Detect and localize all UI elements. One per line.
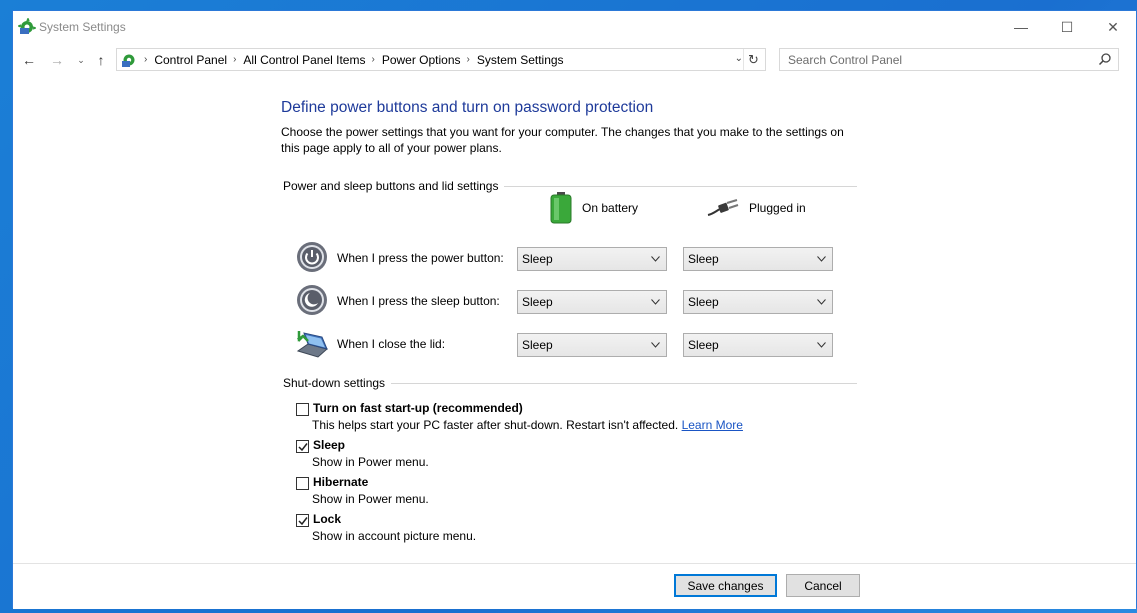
close-button[interactable]: ✕	[1090, 11, 1136, 43]
search-input[interactable]	[780, 49, 1090, 70]
breadcrumb-all-items[interactable]: All Control Panel Items	[243, 53, 365, 67]
chevron-down-icon	[651, 256, 660, 262]
control-panel-icon	[122, 54, 135, 67]
section-title-shutdown: Shut-down settings	[283, 376, 392, 390]
lock-checkbox[interactable]	[296, 514, 309, 527]
power-plug-icon	[707, 199, 739, 216]
select-value: Sleep	[688, 252, 719, 266]
footer-bar: Save changes Cancel	[13, 563, 1136, 609]
address-bar[interactable]: › Control Panel › All Control Panel Item…	[116, 48, 766, 71]
maximize-icon: ☐	[1060, 18, 1074, 35]
close-lid-battery-select[interactable]: Sleep	[517, 333, 667, 357]
battery-icon	[550, 192, 572, 224]
select-value: Sleep	[522, 338, 553, 352]
chevron-down-icon: ⌄	[77, 54, 85, 65]
select-value: Sleep	[522, 295, 553, 309]
sleep-button-plugged-select[interactable]: Sleep	[683, 290, 833, 314]
plugged-in-label: Plugged in	[749, 201, 806, 215]
close-lid-plugged-select[interactable]: Sleep	[683, 333, 833, 357]
chevron-down-icon	[817, 256, 826, 262]
breadcrumb-separator: ›	[144, 54, 148, 65]
close-icon: ✕	[1107, 18, 1119, 35]
sleep-label[interactable]: Sleep	[313, 438, 345, 452]
on-battery-label: On battery	[582, 201, 639, 215]
system-settings-window: System Settings — ☐ ✕ ← → ⌄ ↑ › Control …	[12, 10, 1137, 609]
select-value: Sleep	[688, 295, 719, 309]
power-button-battery-select[interactable]: Sleep	[517, 247, 667, 271]
column-header-plugged: Plugged in	[707, 198, 806, 218]
hibernate-description: Show in Power menu.	[312, 492, 429, 506]
maximize-button[interactable]: ☐	[1044, 11, 1090, 43]
chevron-down-icon	[817, 299, 826, 305]
search-box[interactable]	[779, 48, 1119, 71]
minimize-button[interactable]: —	[998, 11, 1044, 43]
control-panel-icon	[18, 18, 36, 34]
hibernate-checkbox[interactable]	[296, 477, 309, 490]
learn-more-link[interactable]: Learn More	[682, 418, 743, 432]
fast-startup-checkbox[interactable]	[296, 403, 309, 416]
cancel-button[interactable]: Cancel	[786, 574, 860, 597]
fast-startup-label[interactable]: Turn on fast start-up (recommended)	[313, 401, 523, 415]
column-header-battery: On battery	[550, 192, 638, 224]
refresh-icon: ↻	[748, 51, 759, 67]
description-text: This helps start your PC faster after sh…	[312, 418, 679, 432]
sleep-button-battery-select[interactable]: Sleep	[517, 290, 667, 314]
laptop-lid-icon	[296, 331, 328, 358]
lock-label[interactable]: Lock	[313, 512, 341, 526]
power-button-label: When I press the power button:	[337, 251, 504, 265]
sleep-checkbox[interactable]	[296, 440, 309, 453]
power-button-icon	[297, 242, 327, 272]
arrow-up-icon: ↑	[97, 52, 105, 68]
back-button[interactable]: ←	[19, 50, 39, 70]
forward-button[interactable]: →	[47, 50, 67, 70]
navigation-bar: ← → ⌄ ↑ › Control Panel › All Control Pa…	[13, 47, 1136, 73]
select-value: Sleep	[688, 338, 719, 352]
up-button[interactable]: ↑	[91, 50, 111, 70]
page-description: Choose the power settings that you want …	[281, 125, 844, 155]
refresh-button[interactable]: ↻	[743, 49, 763, 70]
arrow-left-icon: ←	[22, 52, 36, 68]
chevron-down-icon	[651, 342, 660, 348]
sleep-button-icon	[297, 285, 327, 315]
search-icon[interactable]	[1098, 52, 1112, 66]
chevron-down-icon	[651, 299, 660, 305]
checkmark-icon	[298, 443, 308, 452]
section-title-power: Power and sleep buttons and lid settings	[283, 179, 505, 193]
page-title: Define power buttons and turn on passwor…	[281, 99, 654, 116]
chevron-down-icon	[817, 342, 826, 348]
save-changes-button[interactable]: Save changes	[674, 574, 777, 597]
breadcrumb-separator[interactable]: ›	[467, 54, 470, 65]
power-button-plugged-select[interactable]: Sleep	[683, 247, 833, 271]
sleep-description: Show in Power menu.	[312, 455, 429, 469]
breadcrumb-power-options[interactable]: Power Options	[382, 53, 461, 67]
breadcrumb-system-settings[interactable]: System Settings	[477, 53, 564, 67]
breadcrumb-separator[interactable]: ›	[371, 54, 374, 65]
sleep-button-label: When I press the sleep button:	[337, 294, 500, 308]
title-bar[interactable]: System Settings — ☐ ✕	[13, 11, 1136, 43]
select-value: Sleep	[522, 252, 553, 266]
arrow-right-icon: →	[50, 52, 64, 68]
lock-description: Show in account picture menu.	[312, 529, 477, 543]
fast-startup-description: This helps start your PC faster after sh…	[312, 418, 743, 432]
hibernate-label[interactable]: Hibernate	[313, 475, 368, 489]
breadcrumb-separator[interactable]: ›	[233, 54, 236, 65]
minimize-icon: —	[1014, 19, 1028, 35]
window-title: System Settings	[39, 20, 126, 34]
checkmark-icon	[298, 517, 308, 526]
breadcrumb-control-panel[interactable]: Control Panel	[154, 53, 227, 67]
main-content: Define power buttons and turn on passwor…	[13, 73, 1136, 563]
address-dropdown-icon[interactable]: ⌄	[735, 53, 743, 64]
close-lid-label: When I close the lid:	[337, 337, 446, 351]
recent-locations-button[interactable]: ⌄	[71, 50, 91, 70]
